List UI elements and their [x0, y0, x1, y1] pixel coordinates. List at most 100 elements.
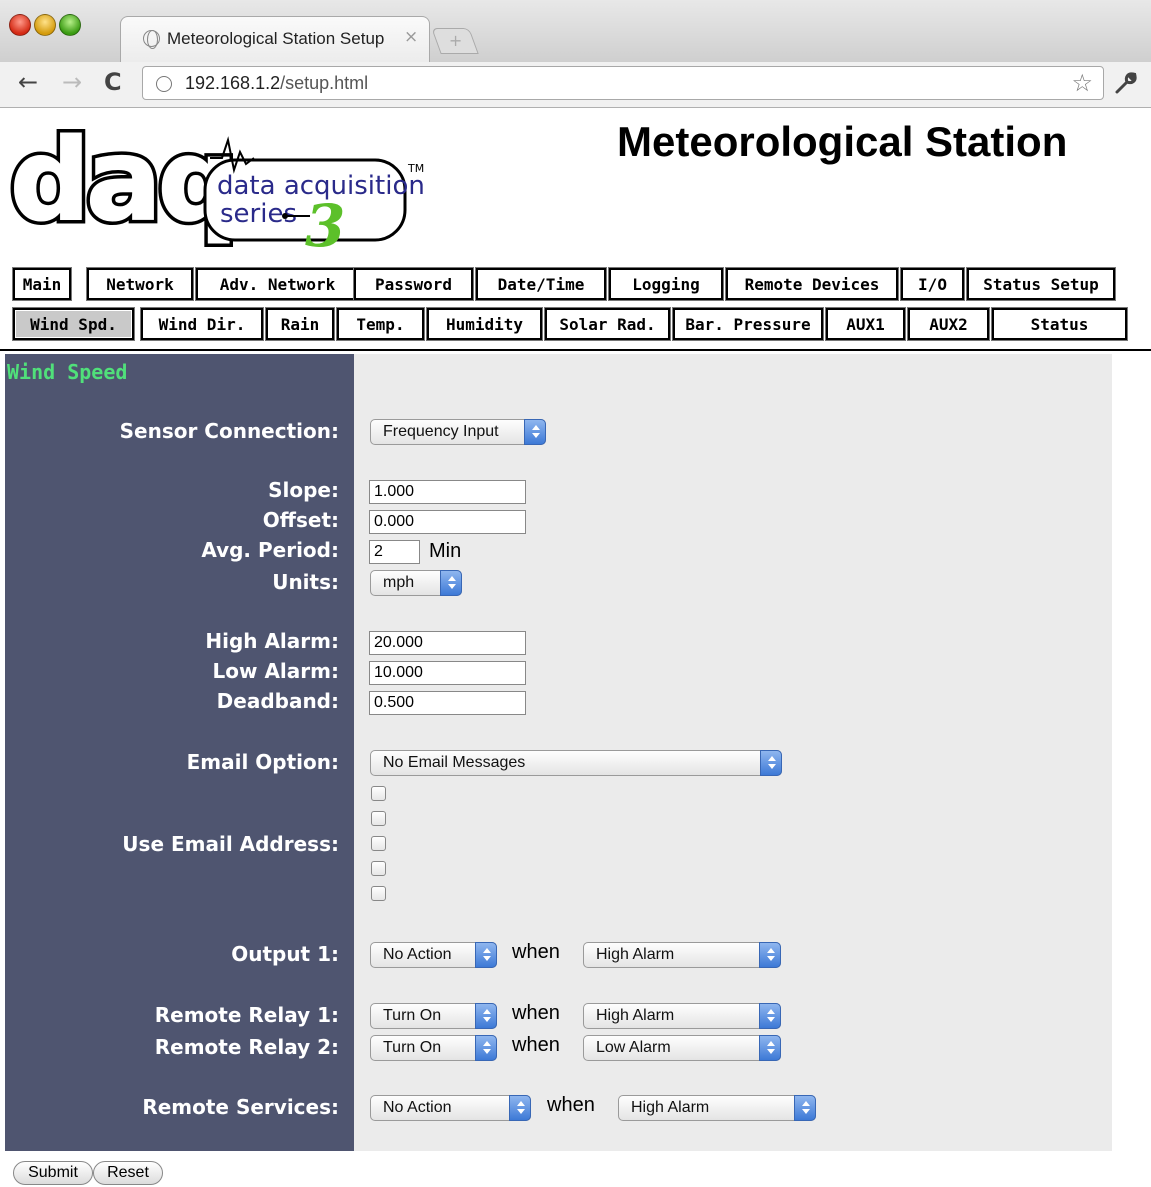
browser-tab[interactable]: Meteorological Station Setup × — [120, 16, 430, 62]
email-address-checkbox-4[interactable] — [371, 861, 386, 876]
remote-services-when-text: when — [547, 1094, 595, 1116]
tab-status-setup[interactable]: Status Setup — [967, 268, 1115, 300]
offset-label: Offset: — [262, 508, 339, 532]
bookmark-star-icon[interactable]: ☆ — [1071, 69, 1093, 97]
units-label: Units: — [272, 570, 339, 594]
deadband-input[interactable] — [369, 691, 526, 715]
select-arrows-icon — [759, 942, 781, 968]
select-arrows-icon — [475, 1003, 497, 1029]
low-alarm-input[interactable] — [369, 661, 526, 685]
reset-button[interactable]: Reset — [93, 1161, 163, 1185]
remote-relay1-condition-select[interactable]: High Alarm — [583, 1003, 781, 1029]
plus-icon: + — [448, 31, 463, 50]
submit-button[interactable]: Submit — [13, 1161, 93, 1185]
output1-label: Output 1: — [231, 942, 339, 966]
divider — [0, 349, 1151, 351]
select-arrows-icon — [509, 1095, 531, 1121]
select-arrows-icon — [475, 1035, 497, 1061]
remote-relay2-action-select[interactable]: Turn On — [370, 1035, 497, 1061]
tab-temp[interactable]: Temp. — [337, 308, 424, 340]
remote-relay2-action-value: Turn On — [383, 1039, 442, 1056]
remote-services-action-select[interactable]: No Action — [370, 1095, 531, 1121]
forward-arrow-icon[interactable]: → — [62, 68, 82, 96]
logo-number: 3 — [305, 192, 345, 254]
output1-action-select[interactable]: No Action — [370, 942, 497, 968]
zoom-window-button[interactable] — [59, 14, 81, 36]
tab-network[interactable]: Network — [87, 268, 193, 300]
remote-services-action-value: No Action — [383, 1099, 452, 1116]
sensor-connection-label: Sensor Connection: — [119, 419, 339, 443]
tab-i-o[interactable]: I/O — [901, 268, 964, 300]
browser-toolbar: ← → C 192.168.1.2/setup.html ☆ — [0, 62, 1151, 108]
offset-input[interactable] — [369, 510, 526, 534]
tab-wind-spd[interactable]: Wind Spd. — [13, 308, 134, 340]
tab-close-icon[interactable]: × — [404, 27, 418, 47]
tab-wind-dir[interactable]: Wind Dir. — [141, 308, 263, 340]
high-alarm-label: High Alarm: — [205, 629, 339, 653]
remote-services-condition-value: High Alarm — [631, 1099, 710, 1116]
remote-relay2-label: Remote Relay 2: — [154, 1035, 339, 1059]
back-arrow-icon[interactable]: ← — [18, 68, 38, 96]
sensor-connection-select[interactable]: Frequency Input — [370, 419, 546, 445]
globe-icon — [143, 30, 160, 49]
units-select[interactable]: mph — [370, 570, 462, 596]
units-value: mph — [383, 574, 415, 591]
tab-remote-devices[interactable]: Remote Devices — [726, 268, 898, 300]
tab-rain[interactable]: Rain — [266, 308, 334, 340]
tab-solar-rad[interactable]: Solar Rad. — [545, 308, 670, 340]
close-window-button[interactable] — [9, 14, 31, 36]
select-arrows-icon — [759, 1035, 781, 1061]
select-arrows-icon — [440, 570, 462, 596]
remote-relay1-action-value: Turn On — [383, 1007, 442, 1024]
email-address-checkbox-2[interactable] — [371, 811, 386, 826]
tab-logging[interactable]: Logging — [609, 268, 723, 300]
browser-titlebar: Meteorological Station Setup × + — [0, 0, 1151, 62]
new-tab-button[interactable]: + — [431, 28, 479, 54]
email-address-checkbox-3[interactable] — [371, 836, 386, 851]
url-text[interactable]: 192.168.1.2/setup.html — [185, 73, 368, 94]
url-host: 192.168.1.2 — [185, 73, 281, 93]
deadband-label: Deadband: — [216, 689, 339, 713]
remote-relay2-condition-value: Low Alarm — [596, 1039, 671, 1056]
output1-action-value: No Action — [383, 946, 452, 963]
output1-condition-select[interactable]: High Alarm — [583, 942, 781, 968]
tab-password[interactable]: Password — [354, 268, 473, 300]
remote-services-condition-select[interactable]: High Alarm — [618, 1095, 816, 1121]
reload-icon[interactable]: C — [104, 68, 122, 96]
remote-relay2-when-text: when — [512, 1034, 560, 1056]
page-title: Meteorological Station — [617, 118, 1068, 165]
email-address-checkbox-1[interactable] — [371, 786, 386, 801]
tab-aux1[interactable]: AUX1 — [826, 308, 905, 340]
select-arrows-icon — [759, 1003, 781, 1029]
select-arrows-icon — [524, 419, 546, 445]
logo-tm: TM — [407, 162, 424, 175]
tab-date-time[interactable]: Date/Time — [476, 268, 606, 300]
tab-title: Meteorological Station Setup — [167, 29, 385, 48]
tab-status[interactable]: Status — [992, 308, 1127, 340]
tab-adv-network[interactable]: Adv. Network — [196, 268, 359, 300]
logo-brand-fill: daq — [10, 124, 234, 246]
tab-aux2[interactable]: AUX2 — [908, 308, 989, 340]
slope-input[interactable] — [369, 480, 526, 504]
avg-period-label: Avg. Period: — [201, 538, 339, 562]
avg-period-unit: Min — [429, 540, 462, 562]
remote-relay1-action-select[interactable]: Turn On — [370, 1003, 497, 1029]
page-icon — [156, 76, 172, 92]
url-path: /setup.html — [280, 73, 369, 93]
output1-condition-value: High Alarm — [596, 946, 675, 963]
minimize-window-button[interactable] — [34, 14, 56, 36]
select-arrows-icon — [475, 942, 497, 968]
address-bar[interactable]: 192.168.1.2/setup.html ☆ — [142, 66, 1104, 100]
email-option-select[interactable]: No Email Messages — [370, 750, 782, 776]
remote-relay2-condition-select[interactable]: Low Alarm — [583, 1035, 781, 1061]
avg-period-input[interactable] — [369, 540, 420, 564]
email-address-checkbox-5[interactable] — [371, 886, 386, 901]
wrench-icon[interactable] — [1113, 70, 1139, 102]
email-option-value: No Email Messages — [383, 754, 526, 771]
tab-bar-pressure[interactable]: Bar. Pressure — [673, 308, 823, 340]
section-title: Wind Speed — [7, 360, 128, 384]
tab-main[interactable]: Main — [13, 268, 71, 300]
email-option-label: Email Option: — [186, 750, 339, 774]
tab-humidity[interactable]: Humidity — [427, 308, 542, 340]
high-alarm-input[interactable] — [369, 631, 526, 655]
